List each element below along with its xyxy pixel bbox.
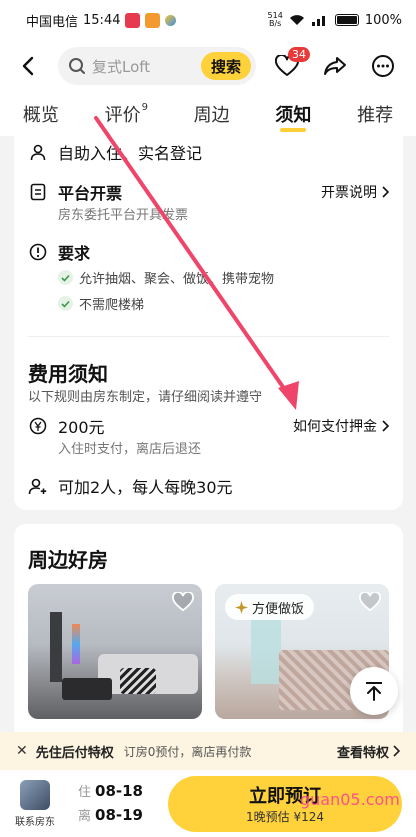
- host-avatar: [20, 779, 50, 810]
- tab-overview[interactable]: 概览: [23, 92, 59, 136]
- requirement-item: 不需爬楼梯: [58, 294, 144, 313]
- close-icon[interactable]: ✕: [16, 743, 28, 759]
- invoice-rule: 平台开票: [28, 180, 122, 204]
- view-privilege-link[interactable]: 查看特权: [337, 742, 400, 761]
- privilege-banner: ✕ 先住后付特权 订房0预付，离店再付款 查看特权: [0, 732, 416, 770]
- contact-host-button[interactable]: 联系房东: [2, 779, 68, 828]
- favorites-badge: 34: [288, 47, 310, 62]
- deposit-desc: 入住时支付，离店后退还: [58, 442, 202, 457]
- person-icon: [28, 142, 48, 162]
- signal-icon: [311, 16, 325, 26]
- invoice-desc: 房东委托平台开具发票: [58, 208, 189, 223]
- share-icon: [324, 57, 346, 75]
- checkin-rule: 自助入住、实名登记: [28, 140, 202, 164]
- tab-notice[interactable]: 须知: [275, 92, 311, 136]
- receipt-icon: [28, 182, 48, 202]
- chevron-right-icon: [393, 745, 400, 757]
- search-bar[interactable]: 复式Loft 搜索: [58, 47, 256, 85]
- tab-recommend[interactable]: 推荐: [357, 92, 393, 136]
- carrier: 中国电信: [26, 14, 79, 30]
- more-icon: [372, 55, 394, 77]
- add-person-icon: [28, 476, 48, 496]
- extra-guest-rule: 可加2人，每人每晚30元: [28, 474, 233, 498]
- back-to-top-button[interactable]: [350, 667, 398, 715]
- requirement-item: 允许抽烟、聚会、做饭、携带宠物: [58, 268, 274, 287]
- alert-circle-icon: [28, 242, 48, 262]
- deposit-payment-link[interactable]: 如何支付押金: [293, 416, 389, 436]
- invoice-info-link[interactable]: 开票说明: [321, 182, 389, 202]
- status-bar: 中国电信 15:44 514 B/s 100%: [0, 0, 416, 40]
- check-icon: [58, 270, 73, 285]
- search-input[interactable]: 复式Loft: [92, 56, 201, 77]
- sparkle-icon: [235, 600, 248, 614]
- top-header: 复式Loft 搜索 34: [0, 40, 416, 92]
- search-icon: [69, 58, 85, 74]
- checkout-date: 08-19: [95, 805, 143, 824]
- divider: [28, 336, 389, 337]
- back-button[interactable]: [8, 46, 48, 86]
- network-speed: 514 B/s: [267, 11, 283, 28]
- battery-percent: 100%: [364, 12, 402, 28]
- tab-reviews[interactable]: 评价 9: [105, 92, 148, 136]
- wifi-icon: [289, 15, 304, 25]
- house-rules-card: 自助入住、实名登记 平台开票 开票说明 房东委托平台开具发票 要求 允许抽烟、聚…: [14, 136, 403, 510]
- fees-subtitle: 以下规则由房东制定，请仔细阅读并遵守: [28, 390, 263, 405]
- arrow-up-icon: [366, 682, 382, 701]
- watermark: guan05.com: [300, 790, 400, 809]
- check-icon: [58, 296, 73, 311]
- search-button[interactable]: 搜索: [200, 52, 251, 80]
- chevron-left-icon: [22, 56, 34, 76]
- nearby-title: 周边好房: [28, 548, 108, 572]
- tab-nearby[interactable]: 周边: [194, 92, 230, 136]
- chevron-right-icon: [382, 420, 389, 432]
- yuan-icon: [28, 416, 48, 436]
- checkin-date: 08-18: [95, 781, 143, 800]
- favorite-button[interactable]: 34: [268, 47, 310, 85]
- battery-icon: [334, 14, 359, 26]
- heart-icon[interactable]: [172, 592, 194, 612]
- feature-tag: 方便做饭: [225, 594, 315, 620]
- chevron-right-icon: [382, 186, 389, 198]
- deposit-rule: 200元: [28, 414, 105, 438]
- requirements-rule: 要求: [28, 240, 90, 264]
- app-notification-icon: [145, 12, 161, 28]
- date-selector[interactable]: 住 08-18 离 08-19: [78, 780, 143, 828]
- nearby-home-card[interactable]: [28, 584, 202, 719]
- more-button[interactable]: [364, 47, 402, 85]
- share-button[interactable]: [316, 47, 354, 85]
- clock: 15:44: [83, 12, 121, 28]
- section-tabs: 概览 评价 9 周边 须知 推荐: [0, 92, 416, 136]
- fees-title: 费用须知: [28, 362, 108, 386]
- app-notification-icon: [165, 14, 177, 26]
- heart-icon[interactable]: [359, 592, 381, 612]
- app-notification-icon: [125, 12, 141, 28]
